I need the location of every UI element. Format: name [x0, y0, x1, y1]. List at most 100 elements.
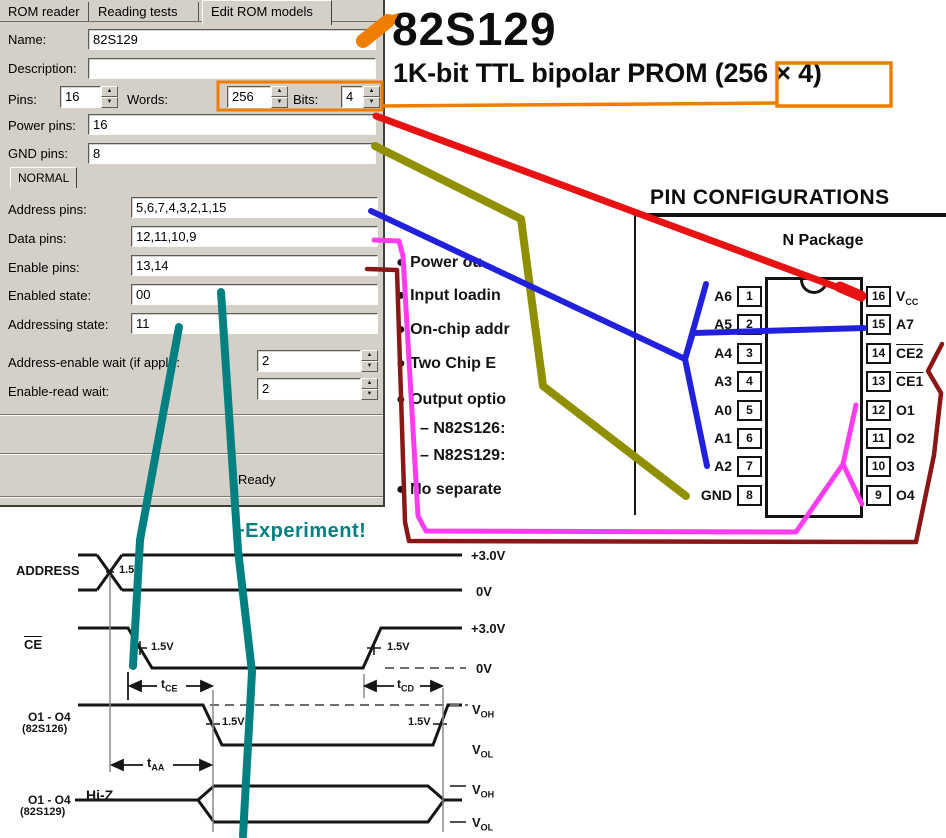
power-pins-input[interactable]: 16 — [88, 114, 376, 135]
spin-down-icon[interactable]: ▼ — [101, 97, 118, 108]
words-spin-buttons[interactable]: ▲ ▼ — [271, 86, 288, 108]
feature-item: ● Output optio — [396, 391, 632, 409]
spin-down-icon[interactable]: ▼ — [361, 389, 378, 400]
t-sub: AA — [151, 763, 164, 773]
address-left-stubs — [78, 555, 97, 590]
address-row-label: ADDRESS — [16, 563, 80, 578]
threshold-label: 1.5V — [151, 641, 174, 653]
pins-spin-buttons[interactable]: ▲ ▼ — [101, 86, 118, 108]
enabled-state-input[interactable]: 00 — [131, 284, 378, 305]
address-enable-wait-value[interactable]: 2 — [257, 350, 361, 372]
arrowhead — [130, 681, 141, 691]
pin-label: A0 — [690, 402, 732, 418]
enable-read-wait-stepper[interactable]: 2 ▲ ▼ — [257, 378, 378, 400]
address-enable-wait-label: Address-enable wait (if appl.): — [8, 355, 180, 370]
t-sub: CD — [401, 683, 414, 693]
bullet-icon: ● — [396, 321, 410, 338]
enable-pins-input[interactable]: 13,14 — [131, 255, 378, 276]
gnd-pins-input[interactable]: 8 — [88, 143, 376, 164]
spin-buttons[interactable]: ▲ ▼ — [361, 350, 378, 372]
pin-label: O4 — [896, 487, 915, 503]
bullet-icon: ● — [396, 391, 410, 408]
feature-subitem: – N82S126: — [420, 420, 632, 438]
spin-up-icon[interactable]: ▲ — [271, 86, 288, 97]
feature-subitem: – N82S129: — [420, 447, 632, 465]
level-0v-label: 0V — [476, 661, 492, 676]
feature-text: Input loadin — [410, 287, 501, 304]
feature-item: ● Input loadin — [396, 287, 632, 305]
tcd-span-label: tCD — [397, 677, 414, 693]
pin-box: 14 — [866, 343, 891, 364]
pins-label: Pins: — [8, 92, 37, 107]
pin-label: CE1 — [896, 373, 923, 389]
name-input[interactable]: 82S129 — [88, 29, 376, 50]
spin-up-icon[interactable]: ▲ — [361, 350, 378, 361]
spin-down-icon[interactable]: ▼ — [361, 361, 378, 372]
spin-buttons[interactable]: ▲ ▼ — [361, 378, 378, 400]
pin-box: 2 — [737, 314, 762, 335]
name-label: Name: — [8, 32, 46, 47]
bits-spin-buttons[interactable]: ▲ ▼ — [363, 86, 380, 108]
spin-up-icon[interactable]: ▲ — [101, 86, 118, 97]
bus-level-ticks — [450, 786, 466, 822]
v-sub: OL — [481, 750, 494, 760]
tab-rom-reader[interactable]: ROM reader — [0, 2, 89, 22]
pins-value[interactable]: 16 — [60, 86, 101, 108]
pin-box: 11 — [866, 428, 891, 449]
pin-label: VCC — [896, 288, 918, 307]
threshold-label: 1.5V — [222, 716, 245, 728]
device-82s129-label: (82S129) — [20, 806, 65, 818]
feature-item: ● Two Chip E — [396, 355, 632, 373]
pin-box: 16 — [866, 286, 891, 307]
feature-text: On-chip addr — [410, 321, 510, 338]
tab-reading-tests[interactable]: Reading tests — [90, 2, 199, 22]
dip-chip-body — [765, 277, 863, 518]
taa-span-label: tAA — [147, 755, 164, 773]
gnd-pins-label: GND pins: — [8, 146, 68, 161]
addressing-state-label: Addressing state: — [8, 317, 108, 332]
spin-up-icon[interactable]: ▲ — [363, 86, 380, 97]
bits-value[interactable]: 4 — [341, 86, 363, 108]
feature-item: ● On-chip addr — [396, 321, 632, 339]
pin-label-text: A7 — [896, 316, 914, 332]
spin-down-icon[interactable]: ▼ — [363, 97, 380, 108]
pin-box: 15 — [866, 314, 891, 335]
enable-read-wait-value[interactable]: 2 — [257, 378, 361, 400]
feature-text: No separate — [410, 481, 502, 498]
bullet-icon: ● — [396, 254, 410, 271]
words-value[interactable]: 256 — [227, 86, 271, 108]
spin-up-icon[interactable]: ▲ — [361, 378, 378, 389]
arrowhead — [200, 760, 211, 770]
tab-normal-mode[interactable]: NORMAL — [10, 167, 77, 188]
pin-label: A2 — [690, 458, 732, 474]
pin-box: 4 — [737, 371, 762, 392]
bits-stepper[interactable]: 4 ▲ ▼ — [341, 86, 380, 108]
pin-box: 6 — [737, 428, 762, 449]
pins-stepper[interactable]: 16 ▲ ▼ — [60, 86, 118, 108]
v-label: V — [472, 782, 481, 797]
status-text: Ready — [238, 472, 276, 487]
address-enable-wait-stepper[interactable]: 2 ▲ ▼ — [257, 350, 378, 372]
pin-label: A6 — [690, 288, 732, 304]
feature-text: – N82S129: — [420, 447, 505, 464]
pin-config-heading: PIN CONFIGURATIONS — [650, 186, 890, 210]
address-levels — [122, 555, 462, 590]
o14-82s126-waveform — [78, 705, 462, 745]
enable-read-wait-label: Enable-read wait: — [8, 384, 109, 399]
experiment-note: +Experiment! — [233, 520, 366, 543]
words-stepper[interactable]: 256 ▲ ▼ — [227, 86, 288, 108]
vol-label: VOL — [472, 742, 493, 760]
level-3v-label: +3.0V — [471, 621, 505, 636]
pin-label: A7 — [896, 316, 914, 332]
arrowhead — [201, 681, 212, 691]
description-input[interactable] — [88, 58, 376, 79]
v-sub: OH — [481, 710, 495, 720]
tab-edit-rom-models[interactable]: Edit ROM models — [202, 0, 332, 25]
v-sub: OL — [481, 823, 494, 833]
pin-label: GND — [690, 487, 732, 503]
feature-item: ● Power ou — [396, 254, 632, 272]
addressing-state-input[interactable]: 11 — [131, 313, 378, 334]
data-pins-input[interactable]: 12,11,10,9 — [131, 226, 378, 247]
address-pins-input[interactable]: 5,6,7,4,3,2,1,15 — [131, 197, 378, 218]
spin-down-icon[interactable]: ▼ — [271, 97, 288, 108]
